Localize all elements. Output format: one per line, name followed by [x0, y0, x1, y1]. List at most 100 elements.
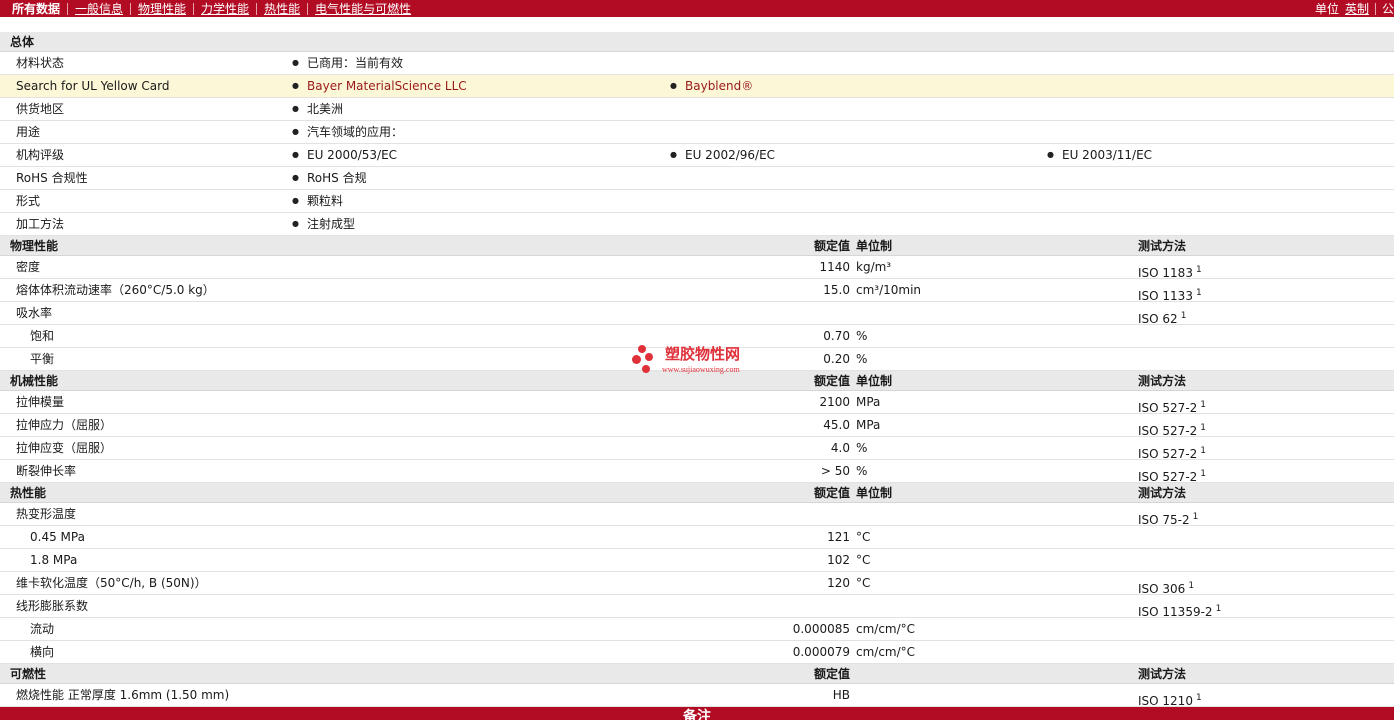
- method-name: ISO 527-2: [1138, 447, 1198, 461]
- watermark-title: 塑胶物性网: [665, 345, 741, 363]
- row-label: RoHS 合规性: [16, 171, 88, 185]
- method-name: ISO 11359-2: [1138, 605, 1213, 619]
- footnote-marker[interactable]: 1: [1181, 311, 1187, 321]
- method-name: ISO 1210: [1138, 694, 1193, 708]
- nav-general-info[interactable]: 一般信息: [75, 3, 123, 15]
- row-label: 吸水率: [16, 306, 53, 320]
- row-label: 0.45 MPa: [30, 530, 85, 544]
- method-name: ISO 1133: [1138, 289, 1193, 303]
- footnote-marker[interactable]: 1: [1200, 446, 1206, 456]
- col-header-value: 额定值: [813, 667, 850, 681]
- row-unit: %: [856, 464, 868, 478]
- row-value: 1140: [819, 260, 850, 274]
- units-imperial-link[interactable]: 英制: [1345, 3, 1369, 15]
- row-unit: °C: [856, 553, 871, 567]
- section-title: 可燃性: [10, 667, 47, 681]
- row-label: 拉伸模量: [16, 395, 65, 409]
- row-label: 流动: [30, 622, 55, 636]
- table-row: 熔体体积流动速率（260°C/5.0 kg） 15.0 cm³/10min IS…: [0, 279, 1394, 303]
- table-row: 热变形温度 ISO 75-2 1: [0, 503, 1394, 527]
- row-item: EU 2000/53/EC: [292, 144, 397, 166]
- watermark-url: www.sujiaowuxing.com: [662, 365, 740, 374]
- col-header-unit: 单位制: [856, 486, 893, 500]
- row-value: 102: [827, 553, 850, 567]
- table-row: 1.8 MPa 102 °C: [0, 549, 1394, 572]
- col-header-value: 额定值: [813, 374, 850, 388]
- nav-thermal[interactable]: 热性能: [264, 3, 300, 15]
- row-item: 颗粒料: [292, 190, 343, 212]
- row-label: 断裂伸长率: [16, 464, 77, 478]
- row-unit: MPa: [856, 395, 881, 409]
- table-row: 密度 1140 kg/m³ ISO 1183 1: [0, 256, 1394, 280]
- row-item: RoHS 合规: [292, 167, 367, 189]
- row-item: EU 2002/96/EC: [670, 144, 775, 166]
- method-name: ISO 75-2: [1138, 513, 1190, 527]
- col-header-value: 额定值: [813, 239, 850, 253]
- table-row: 线形膨胀系数 ISO 11359-2 1: [0, 595, 1394, 619]
- table-row: 维卡软化温度（50°C/h, B (50N)） 120 °C ISO 306 1: [0, 572, 1394, 596]
- row-label: 拉伸应变（屈服）: [16, 441, 113, 455]
- method-name: ISO 527-2: [1138, 470, 1198, 484]
- row-unit: cm/cm/°C: [856, 622, 916, 636]
- row-label: 维卡软化温度（50°C/h, B (50N)）: [16, 576, 207, 590]
- footnote-marker[interactable]: 1: [1196, 288, 1202, 298]
- footnote-marker[interactable]: 1: [1196, 693, 1202, 703]
- row-unit: MPa: [856, 418, 881, 432]
- row-unit: %: [856, 441, 868, 455]
- col-header-method: 测试方法: [1138, 486, 1187, 500]
- row-value: HB: [832, 688, 850, 702]
- row-label: 加工方法: [16, 217, 65, 231]
- nav-electrical-flammability[interactable]: 电气性能与可燃性: [315, 3, 411, 15]
- nav-mechanical[interactable]: 力学性能: [201, 3, 249, 15]
- row-label: 平衡: [30, 352, 55, 366]
- section-header-physical: 物理性能 额定值 单位制 测试方法: [0, 236, 1394, 256]
- footnote-marker[interactable]: 1: [1216, 604, 1222, 614]
- notes-title: 备注: [683, 709, 711, 720]
- method-name: ISO 527-2: [1138, 424, 1198, 438]
- table-row: 材料状态 已商用：当前有效: [0, 52, 1394, 75]
- table-row: 用途 汽车领域的应用：: [0, 121, 1394, 144]
- row-label: 热变形温度: [16, 507, 77, 521]
- row-item: 北美洲: [292, 98, 343, 120]
- table-row: 吸水率 ISO 62 1: [0, 302, 1394, 326]
- col-header-value: 额定值: [813, 486, 850, 500]
- table-row: 横向 0.000079 cm/cm/°C: [0, 641, 1394, 664]
- nav-all-data[interactable]: 所有数据: [12, 3, 60, 15]
- table-row: 加工方法 注射成型: [0, 213, 1394, 236]
- row-label: 密度: [16, 260, 41, 274]
- table-row-ul-yellow-card: Search for UL Yellow Card Bayer Material…: [0, 75, 1394, 98]
- section-title: 机械性能: [10, 374, 59, 388]
- method-name: ISO 1183: [1138, 266, 1193, 280]
- table-row: 燃烧性能 正常厚度 1.6mm (1.50 mm) HB ISO 1210 1: [0, 684, 1394, 708]
- row-label: 供货地区: [16, 102, 65, 116]
- units-separator: [1374, 2, 1376, 15]
- nav-physical[interactable]: 物理性能: [138, 3, 186, 15]
- supplier-link[interactable]: Bayer MaterialScience LLC: [292, 75, 467, 97]
- table-row: 拉伸应力（屈服） 45.0 MPa ISO 527-2 1: [0, 414, 1394, 438]
- footnote-marker[interactable]: 1: [1200, 400, 1206, 410]
- footnote-marker[interactable]: 1: [1188, 581, 1194, 591]
- unit-switcher: 单位 英制 公: [1315, 0, 1394, 17]
- table-row: 拉伸应变（屈服） 4.0 % ISO 527-2 1: [0, 437, 1394, 461]
- footnote-marker[interactable]: 1: [1193, 512, 1199, 522]
- units-metric-link[interactable]: 公: [1382, 3, 1394, 15]
- section-title: 热性能: [10, 486, 47, 500]
- row-value: 15.0: [823, 283, 850, 297]
- row-label: 拉伸应力（屈服）: [16, 418, 113, 432]
- row-value: 0.000085: [792, 622, 850, 636]
- row-unit: °C: [856, 576, 871, 590]
- row-unit: %: [856, 329, 868, 343]
- col-header-unit: 单位制: [856, 239, 893, 253]
- footnote-marker[interactable]: 1: [1200, 469, 1206, 479]
- row-label: 材料状态: [16, 56, 65, 70]
- footnote-marker[interactable]: 1: [1200, 423, 1206, 433]
- row-item: 注射成型: [292, 213, 355, 235]
- brand-link[interactable]: Bayblend®: [670, 75, 753, 97]
- nav-separator: [193, 2, 195, 15]
- row-label: 线形膨胀系数: [16, 599, 89, 613]
- row-unit: °C: [856, 530, 871, 544]
- footnote-marker[interactable]: 1: [1196, 265, 1202, 275]
- table-row: RoHS 合规性 RoHS 合规: [0, 167, 1394, 190]
- row-label: 1.8 MPa: [30, 553, 78, 567]
- row-label: 燃烧性能 正常厚度 1.6mm (1.50 mm): [16, 688, 230, 702]
